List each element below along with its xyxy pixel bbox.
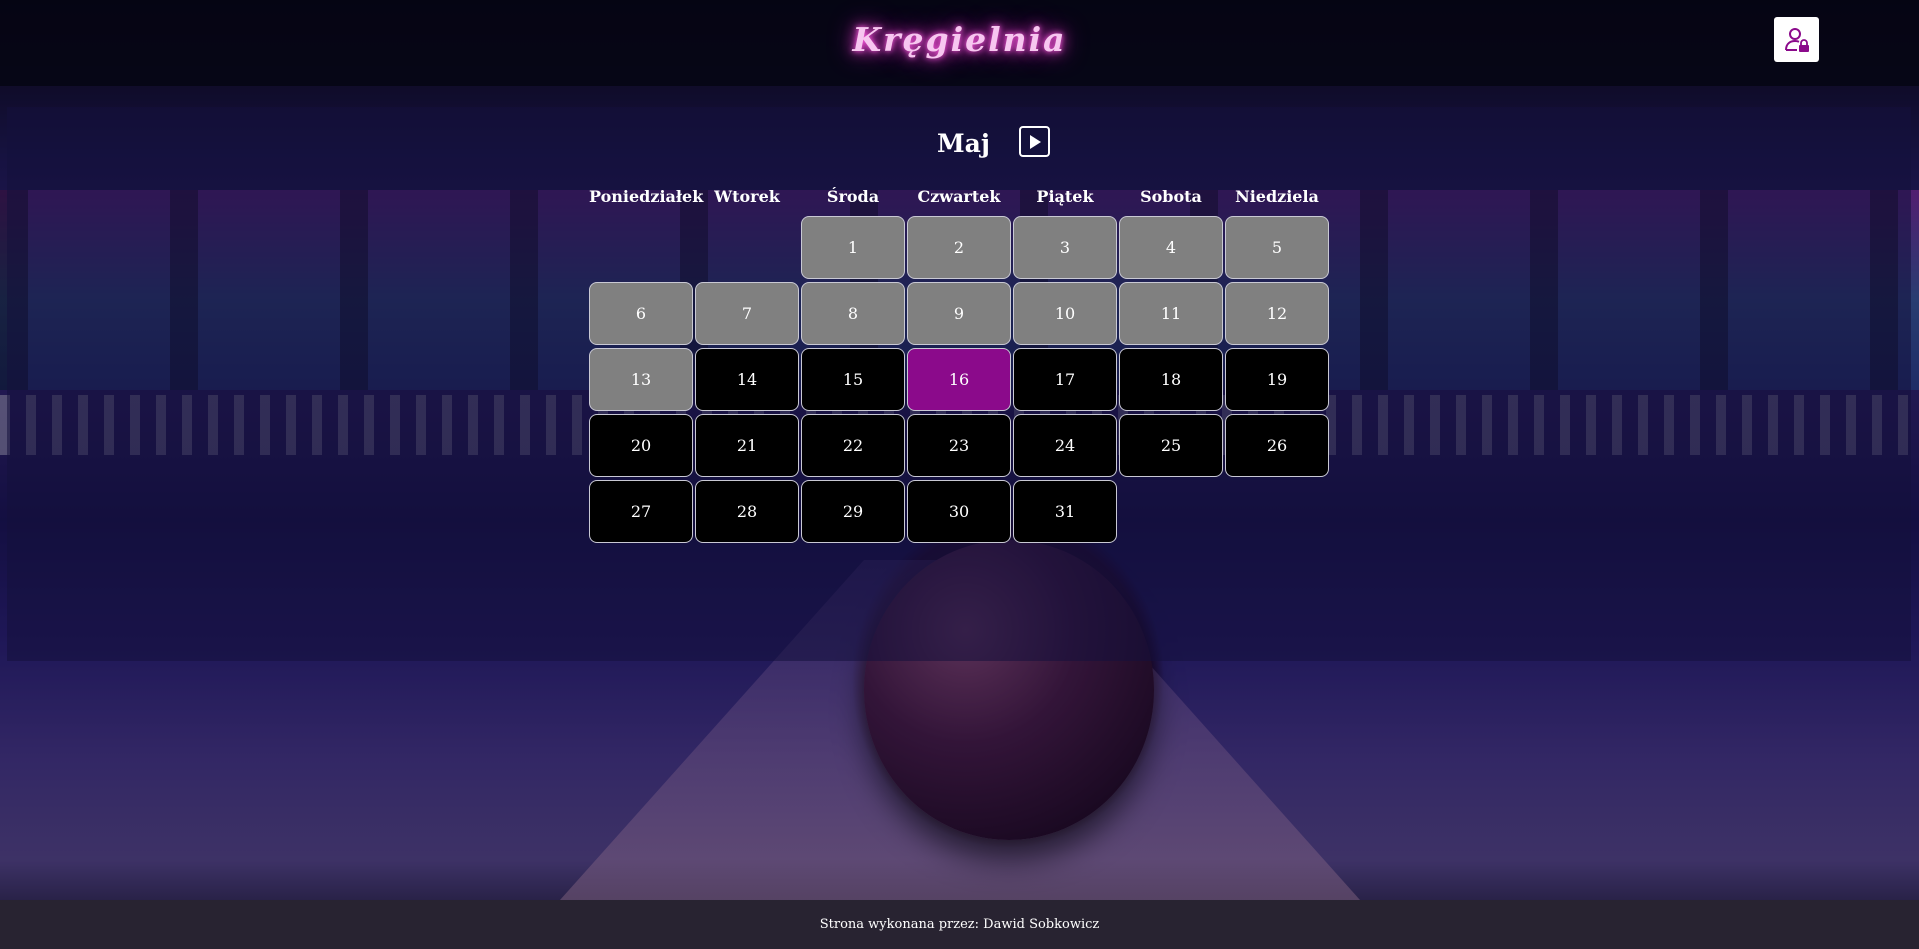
calendar-grid: 1 2 3 4 5 6 7 8 9 10 11 12 13 14 15 16 17 18 19 20 21 22 23 24 2… [589, 216, 1337, 546]
next-month-button[interactable] [1019, 126, 1050, 157]
calendar-day-30[interactable]: 30 [907, 480, 1011, 543]
calendar-day-9[interactable]: 9 [907, 282, 1011, 345]
logo: Kręgielnia [852, 20, 1067, 59]
calendar-panel: Maj Poniedziałek Wtorek Środa Czwartek Piąte… [7, 107, 1911, 661]
calendar-day-19[interactable]: 19 [1225, 348, 1329, 411]
calendar-day-28[interactable]: 28 [695, 480, 799, 543]
calendar-day-15[interactable]: 15 [801, 348, 905, 411]
calendar-day-14[interactable]: 14 [695, 348, 799, 411]
calendar-day-12[interactable]: 12 [1225, 282, 1329, 345]
login-button[interactable] [1774, 17, 1819, 62]
weekday-label: Piątek [1036, 187, 1094, 206]
calendar-day-31[interactable]: 31 [1013, 480, 1117, 543]
weekday-label: Czwartek [917, 187, 1001, 206]
month-name: Maj [937, 129, 990, 158]
calendar-day-1[interactable]: 1 [801, 216, 905, 279]
calendar-day-16[interactable]: 16 [907, 348, 1011, 411]
weekday-label: Poniedziałek [589, 187, 704, 206]
calendar-day-3[interactable]: 3 [1013, 216, 1117, 279]
calendar-day-8[interactable]: 8 [801, 282, 905, 345]
calendar-day-2[interactable]: 2 [907, 216, 1011, 279]
calendar-day-10[interactable]: 10 [1013, 282, 1117, 345]
weekday-label: Niedziela [1235, 187, 1319, 206]
calendar-day-22[interactable]: 22 [801, 414, 905, 477]
footer-credit: Strona wykonana przez: Dawid Sobkowicz [819, 917, 1100, 932]
weekday-label: Wtorek [714, 187, 780, 206]
calendar-day-20[interactable]: 20 [589, 414, 693, 477]
calendar-day-5[interactable]: 5 [1225, 216, 1329, 279]
calendar-day-27[interactable]: 27 [589, 480, 693, 543]
calendar-day-17[interactable]: 17 [1013, 348, 1117, 411]
weekday-label: Środa [826, 187, 880, 206]
month-header: Maj [7, 107, 1911, 187]
weekday-label: Sobota [1140, 187, 1202, 206]
calendar-day-25[interactable]: 25 [1119, 414, 1223, 477]
calendar-day-6[interactable]: 6 [589, 282, 693, 345]
calendar-day-13[interactable]: 13 [589, 348, 693, 411]
footer: Strona wykonana przez: Dawid Sobkowicz [0, 900, 1919, 949]
calendar-day-23[interactable]: 23 [907, 414, 1011, 477]
user-lock-icon [1784, 27, 1809, 52]
calendar-day-24[interactable]: 24 [1013, 414, 1117, 477]
header: Kręgielnia [0, 0, 1919, 86]
calendar-day-4[interactable]: 4 [1119, 216, 1223, 279]
calendar-day-21[interactable]: 21 [695, 414, 799, 477]
calendar-day-29[interactable]: 29 [801, 480, 905, 543]
weekday-header: Poniedziałek Wtorek Środa Czwartek Piątek Sob… [589, 187, 1337, 211]
calendar-day-7[interactable]: 7 [695, 282, 799, 345]
calendar-day-18[interactable]: 18 [1119, 348, 1223, 411]
play-icon [1029, 134, 1041, 149]
calendar-day-11[interactable]: 11 [1119, 282, 1223, 345]
calendar-day-26[interactable]: 26 [1225, 414, 1329, 477]
